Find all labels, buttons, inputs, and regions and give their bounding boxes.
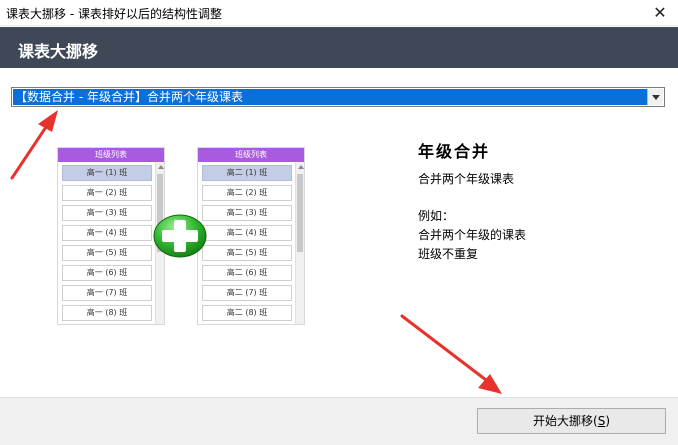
grade-two-class-list: 班级列表 高二 (1) 班 高二 (2) 班 高二 (3) 班 高二 (4) 班… <box>197 147 305 325</box>
dialog-footer: 开始大挪移(S) <box>0 397 678 445</box>
panel-header: 班级列表 <box>58 148 164 162</box>
class-list: 高一 (1) 班 高一 (2) 班 高一 (3) 班 高一 (4) 班 高一 (… <box>62 165 152 324</box>
list-item: 高二 (4) 班 <box>202 225 292 241</box>
list-item: 高二 (7) 班 <box>202 285 292 301</box>
mode-description-subtitle: 合并两个年级课表 <box>418 172 515 186</box>
example-label: 例如： <box>418 209 455 223</box>
plus-circle-icon <box>153 214 207 258</box>
red-arrow-down-icon <box>400 314 502 394</box>
panel-header: 班级列表 <box>198 148 304 162</box>
mode-select-value: 【数据合并 - 年级合并】合并两个年级课表 <box>13 89 647 105</box>
start-button-suffix: ) <box>605 414 610 428</box>
list-item: 高二 (6) 班 <box>202 265 292 281</box>
example-line: 班级不重复 <box>418 247 479 261</box>
list-item: 高二 (5) 班 <box>202 245 292 261</box>
scroll-up-icon <box>158 165 164 169</box>
list-item: 高一 (4) 班 <box>62 225 152 241</box>
example-line: 合并两个年级的课表 <box>418 228 527 242</box>
start-move-button[interactable]: 开始大挪移(S) <box>477 408 666 434</box>
list-item: 高一 (1) 班 <box>62 165 152 181</box>
window-title: 课表大挪移 - 课表排好以后的结构性调整 <box>6 7 222 21</box>
mode-description-title: 年级合并 <box>418 142 491 161</box>
chevron-down-icon[interactable] <box>647 89 663 105</box>
mode-select[interactable]: 【数据合并 - 年级合并】合并两个年级课表 <box>11 87 665 107</box>
list-item: 高二 (3) 班 <box>202 205 292 221</box>
dialog-header: 课表大挪移 <box>0 27 678 68</box>
list-item: 高一 (7) 班 <box>62 285 152 301</box>
list-item: 高一 (5) 班 <box>62 245 152 261</box>
panel-scrollbar <box>295 162 304 324</box>
list-item: 高一 (2) 班 <box>62 185 152 201</box>
start-button-label: 开始大挪移( <box>533 414 598 428</box>
window-titlebar: 课表大挪移 - 课表排好以后的结构性调整 ✕ <box>0 0 678 26</box>
scroll-thumb <box>297 174 303 252</box>
list-item: 高二 (1) 班 <box>202 165 292 181</box>
list-item: 高一 (6) 班 <box>62 265 152 281</box>
list-item: 高一 (3) 班 <box>62 205 152 221</box>
close-icon[interactable]: ✕ <box>642 0 678 26</box>
mode-description: 年级合并 合并两个年级课表 例如： 合并两个年级的课表 班级不重复 <box>418 138 526 261</box>
scroll-up-icon <box>298 165 304 169</box>
class-list: 高二 (1) 班 高二 (2) 班 高二 (3) 班 高二 (4) 班 高二 (… <box>202 165 292 324</box>
grade-one-class-list: 班级列表 高一 (1) 班 高一 (2) 班 高一 (3) 班 高一 (4) 班… <box>57 147 165 325</box>
list-item: 高二 (8) 班 <box>202 305 292 321</box>
list-item: 高一 (8) 班 <box>62 305 152 321</box>
list-item: 高二 (2) 班 <box>202 185 292 201</box>
dialog-header-title: 课表大挪移 <box>18 42 99 61</box>
